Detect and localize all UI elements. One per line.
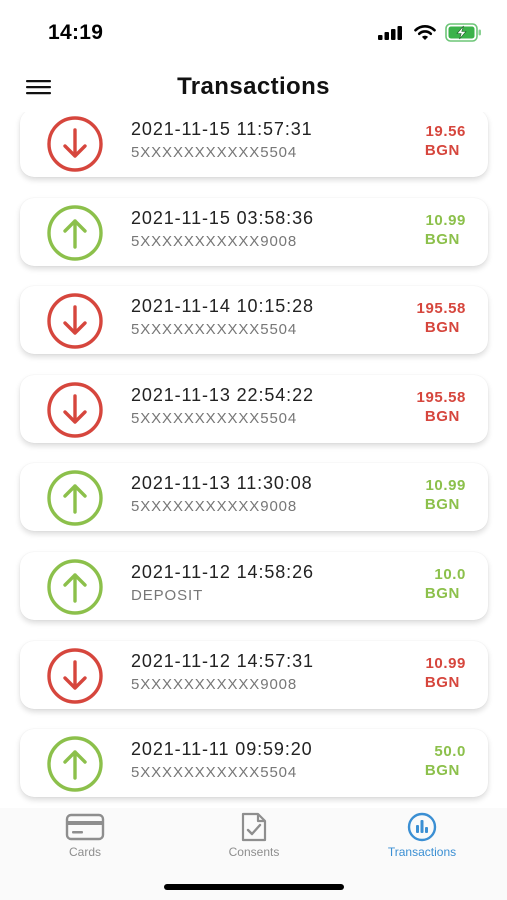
tab-consents[interactable]: Consents	[194, 812, 314, 872]
transaction-row[interactable]: 2021-11-15 03:58:36 5XXXXXXXXXXX9008 10.99…	[20, 197, 488, 266]
transaction-amount-value: 50.0	[434, 743, 466, 761]
transaction-detail: 5XXXXXXXXXXX9008	[131, 675, 298, 693]
header: Transactions	[0, 64, 507, 112]
tab-cards-label: Cards	[68, 845, 101, 859]
transaction-amount-value: 10.99	[425, 477, 466, 495]
transaction-datetime: 2021-11-15 03:58:36	[131, 207, 314, 228]
transaction-datetime: 2021-11-14 10:15:28	[131, 296, 314, 317]
transaction-amount: 19.56 BGN	[356, 122, 466, 160]
transaction-datetime: 2021-11-11 09:59:20	[131, 739, 313, 760]
transaction-currency: BGN	[424, 407, 460, 425]
transaction-row[interactable]: 2021-11-12 14:57:31 5XXXXXXXXXXX9008 10.99…	[20, 640, 488, 709]
arrow-down-circle-icon	[47, 647, 103, 704]
document-check-icon	[241, 812, 267, 842]
transaction-amount: 195.58 BGN	[356, 299, 466, 337]
transaction-row[interactable]: 2021-11-12 14:58:26 DEPOSIT 10.0 BGN	[20, 552, 488, 620]
arrow-up-circle-icon	[47, 470, 103, 527]
transaction-detail: 5XXXXXXXXXXX5504	[131, 144, 298, 161]
transaction-datetime: 2021-11-13 22:54:22	[131, 384, 314, 405]
credit-card-icon	[65, 813, 105, 841]
transaction-amount: 10.99 BGN	[356, 654, 466, 692]
transaction-currency: BGN	[424, 230, 460, 248]
wifi-icon	[414, 25, 436, 40]
transaction-amount-value: 195.58	[416, 388, 466, 406]
transaction-amount-value: 10.99	[425, 211, 466, 229]
tab-cards[interactable]: Cards	[25, 812, 145, 872]
tab-transactions[interactable]: Transactions	[362, 812, 482, 872]
status-bar: 14:19	[0, 0, 507, 64]
transaction-amount: 50.0 BGN	[356, 742, 466, 780]
transaction-detail: DEPOSIT	[131, 587, 204, 604]
transaction-amount-value: 195.58	[416, 300, 466, 318]
transaction-datetime: 2021-11-13 11:30:08	[131, 473, 313, 494]
transaction-row[interactable]: 2021-11-15 11:57:31 5XXXXXXXXXXX5504 19.56…	[20, 112, 488, 177]
transaction-amount-value: 19.56	[425, 123, 466, 140]
transaction-row[interactable]: 2021-11-13 22:54:22 5XXXXXXXXXXX5504 195.5…	[20, 374, 488, 443]
transaction-currency: BGN	[424, 673, 460, 691]
transaction-detail: 5XXXXXXXXXXX5504	[131, 764, 298, 782]
arrow-down-circle-icon	[47, 116, 103, 172]
transaction-currency: BGN	[424, 762, 460, 780]
arrow-up-circle-icon	[47, 204, 103, 261]
arrow-down-circle-icon	[47, 382, 103, 438]
arrow-up-circle-icon	[47, 559, 103, 615]
bar-chart-circle-icon	[407, 812, 437, 842]
status-time: 14:19	[48, 21, 104, 44]
transaction-detail: 5XXXXXXXXXXX5504	[131, 321, 298, 339]
transaction-detail: 5XXXXXXXXXXX9008	[131, 232, 298, 250]
cellular-signal-icon	[378, 26, 402, 40]
transaction-detail: 5XXXXXXXXXXX5504	[131, 409, 298, 427]
transaction-amount: 195.58 BGN	[356, 388, 466, 426]
transaction-row[interactable]: 2021-11-13 11:30:08 5XXXXXXXXXXX9008 10.99…	[20, 463, 488, 532]
transaction-detail: 5XXXXXXXXXXX9008	[131, 498, 298, 516]
home-indicator	[164, 884, 344, 890]
transaction-amount-value: 10.99	[425, 654, 466, 672]
tab-consents-label: Consents	[228, 845, 280, 859]
transactions-list[interactable]: 2021-11-15 11:57:31 5XXXXXXXXXXX5504 19.56…	[0, 112, 507, 808]
transaction-currency: BGN	[424, 319, 460, 337]
transaction-datetime: 2021-11-12 14:58:26	[131, 562, 314, 582]
transaction-currency: BGN	[424, 496, 460, 514]
transaction-currency: BGN	[424, 142, 460, 159]
transaction-row[interactable]: 2021-11-11 09:59:20 5XXXXXXXXXXX5504 50.0 B…	[20, 729, 488, 798]
transaction-amount: 10.0 BGN	[356, 565, 466, 603]
arrow-down-circle-icon	[47, 293, 103, 349]
battery-charging-icon	[445, 23, 481, 42]
transaction-datetime: 2021-11-12 14:57:31	[131, 650, 314, 671]
transaction-datetime: 2021-11-15 11:57:31	[131, 119, 313, 139]
screen: 14:19 Transactions 2021-11-15 11:57:31 5…	[0, 0, 507, 900]
transaction-row[interactable]: 2021-11-14 10:15:28 5XXXXXXXXXXX5504 195.5…	[20, 286, 488, 355]
transaction-amount: 10.99 BGN	[356, 476, 466, 514]
transaction-currency: BGN	[424, 585, 460, 602]
page-title: Transactions	[177, 73, 330, 100]
transaction-amount: 10.99 BGN	[356, 211, 466, 249]
tab-transactions-label: Transactions	[387, 845, 457, 859]
transaction-amount-value: 10.0	[434, 566, 466, 583]
arrow-up-circle-icon	[47, 736, 103, 792]
